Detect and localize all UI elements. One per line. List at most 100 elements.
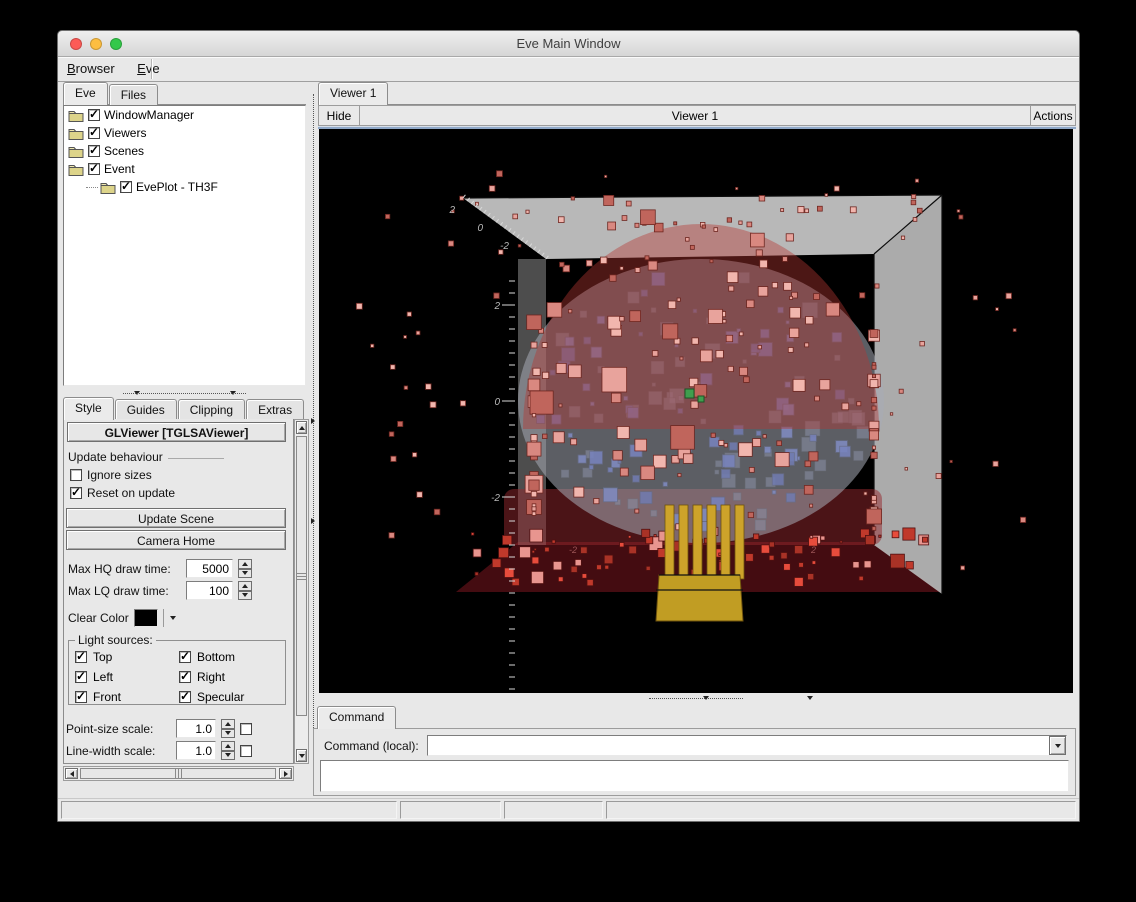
light-toggle-top[interactable]: ✓Top [75, 650, 175, 664]
scroll-left-icon[interactable] [65, 768, 78, 779]
tree-item-windowmanager[interactable]: ✓ WindowManager [64, 106, 305, 124]
command-combobox[interactable] [427, 735, 1067, 756]
tree-checkbox-3[interactable]: ✓ [88, 163, 100, 175]
tab-clipping[interactable]: Clipping [178, 399, 245, 420]
splitter-arrow-icon [230, 391, 236, 395]
tree-checkbox-1[interactable]: ✓ [88, 127, 100, 139]
tree-style-splitter[interactable] [63, 389, 306, 397]
style-vertical-scrollbar[interactable] [294, 419, 309, 764]
checkbox-bottom[interactable]: ✓ [179, 651, 191, 663]
viewer-command-splitter[interactable] [319, 695, 1073, 703]
eve-main-window: Eve Main Window Browser Eve EveFiles ✓Wi… [57, 30, 1080, 822]
light-sources-group: Light sources: ✓Top✓Bottom✓Left✓Right✓Fr… [68, 633, 286, 705]
spin-up-icon[interactable] [238, 559, 252, 569]
viewer-tabrow: Viewer 1 [318, 82, 1076, 105]
spin-down-icon[interactable] [221, 729, 235, 739]
tree-connector [86, 187, 98, 188]
menu-eve[interactable]: Eve [128, 57, 168, 79]
svg-text:-2: -2 [491, 493, 500, 504]
command-input[interactable] [427, 735, 1067, 756]
checkbox-right[interactable]: ✓ [179, 671, 191, 683]
spin-down-icon[interactable] [221, 751, 235, 761]
check-mark: ✓ [121, 179, 131, 193]
light-toggle-bottom[interactable]: ✓Bottom [179, 650, 279, 664]
light-label: Right [197, 670, 225, 684]
svg-text:0: 0 [477, 223, 483, 234]
spin-up-icon[interactable] [238, 581, 252, 591]
tab-eve[interactable]: Eve [63, 82, 108, 105]
hide-button[interactable]: Hide [319, 106, 359, 125]
camera-home-button[interactable]: Camera Home [66, 530, 286, 550]
combobox-dropdown-icon[interactable] [1049, 736, 1066, 755]
tree-item-label: WindowManager [104, 108, 194, 122]
svg-text:0: 0 [494, 397, 500, 408]
tab-viewer-1[interactable]: Viewer 1 [318, 82, 388, 105]
spin-up-icon[interactable] [221, 741, 235, 751]
tree-checkbox-4[interactable]: ✓ [120, 181, 132, 193]
clear-color-swatch[interactable] [134, 609, 158, 627]
tree-item-viewers[interactable]: ✓Viewers [64, 124, 305, 142]
spin-down-icon[interactable] [238, 569, 252, 579]
glviewer-button[interactable]: GLViewer [TGLSAViewer] [67, 422, 286, 442]
number-entry[interactable]: 1.0 [176, 719, 216, 738]
field-label: Max HQ draw time: [68, 562, 181, 576]
light-toggle-specular[interactable]: ✓Specular [179, 690, 279, 704]
command-output[interactable] [320, 760, 1069, 792]
style-horizontal-scrollbar[interactable] [63, 766, 294, 781]
tree-item-event[interactable]: ✓Event [64, 160, 305, 178]
light-toggle-front[interactable]: ✓ Front [75, 690, 175, 704]
number-entry[interactable]: 100 [186, 581, 233, 600]
scrollbar-thumb[interactable] [80, 768, 276, 779]
viewer-title: Viewer 1 [359, 106, 1031, 125]
scale-extra-checkbox-1[interactable] [240, 745, 252, 757]
spinner[interactable] [221, 741, 235, 760]
svg-text:-2: -2 [500, 241, 509, 252]
spin-down-icon[interactable] [238, 591, 252, 601]
checkbox-specular[interactable]: ✓ [179, 691, 191, 703]
svg-text:2: 2 [448, 205, 455, 216]
menu-browser[interactable]: Browser [58, 57, 124, 79]
light-toggle-right[interactable]: ✓ Right [179, 670, 279, 684]
spinner[interactable] [238, 581, 252, 600]
menubar-divider [151, 59, 152, 79]
number-entry[interactable]: 1.0 [176, 741, 216, 760]
checkbox-reset-on-update[interactable]: ✓ [70, 487, 82, 499]
checkbox-ignore-sizes[interactable] [70, 469, 82, 481]
tab-extras[interactable]: Extras [246, 399, 304, 420]
scroll-down-icon[interactable] [296, 749, 307, 762]
tab-files[interactable]: Files [109, 84, 158, 105]
checkbox-front[interactable]: ✓ [75, 691, 87, 703]
tab-guides[interactable]: Guides [115, 399, 177, 420]
scale-extra-checkbox-0[interactable] [240, 723, 252, 735]
tab-command[interactable]: Command [317, 706, 396, 729]
color-dropdown-icon[interactable] [170, 616, 176, 620]
tree-item-scenes[interactable]: ✓Scenes [64, 142, 305, 160]
check-mark: ✓ [76, 689, 86, 703]
splitter-arrow-icon [311, 418, 315, 424]
update-scene-button[interactable]: Update Scene [66, 508, 286, 528]
tree-item-eveplot-th3f[interactable]: ✓EvePlot - TH3F [64, 178, 305, 196]
checkbox-left[interactable]: ✓ [75, 671, 87, 683]
scrollbar-thumb[interactable] [296, 436, 307, 716]
left-right-splitter[interactable] [309, 82, 318, 798]
checkbox-top[interactable]: ✓ [75, 651, 87, 663]
spin-up-icon[interactable] [221, 719, 235, 729]
field-label: Max LQ draw time: [68, 584, 181, 598]
tree-checkbox-2[interactable]: ✓ [88, 145, 100, 157]
actions-button[interactable]: Actions [1031, 106, 1075, 125]
tab-style[interactable]: Style [63, 397, 114, 420]
tree-checkbox-0[interactable]: ✓ [88, 109, 100, 121]
statusbar [58, 798, 1079, 821]
check-mark: ✓ [89, 143, 99, 157]
splitter-arrow-icon [134, 391, 140, 395]
gl-viewport[interactable]: 20-220-2-22 [319, 129, 1073, 693]
spinner[interactable] [238, 559, 252, 578]
spinner[interactable] [221, 719, 235, 738]
light-label: Front [93, 690, 121, 704]
scroll-right-icon[interactable] [279, 768, 292, 779]
scroll-up-icon[interactable] [296, 421, 307, 434]
light-toggle-left[interactable]: ✓Left [75, 670, 175, 684]
checkbox-label: Reset on update [87, 486, 175, 500]
titlebar: Eve Main Window [58, 31, 1079, 57]
number-entry[interactable]: 5000 [186, 559, 233, 578]
